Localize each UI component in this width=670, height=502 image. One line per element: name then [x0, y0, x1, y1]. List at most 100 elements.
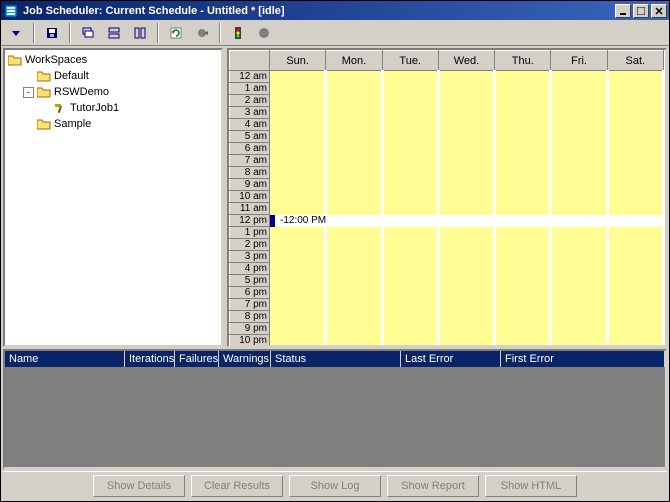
schedule-cell[interactable]: [438, 299, 494, 311]
schedule-cell[interactable]: [438, 323, 494, 335]
results-column-header[interactable]: Iterations: [125, 351, 175, 367]
schedule-cell[interactable]: [326, 203, 382, 215]
schedule-cell[interactable]: [438, 191, 494, 203]
tree-node-default[interactable]: Default: [7, 68, 219, 84]
day-header[interactable]: Tue.: [382, 51, 438, 71]
schedule-cell[interactable]: [382, 131, 438, 143]
schedule-cell[interactable]: [607, 335, 663, 346]
hour-label[interactable]: 8 pm: [230, 311, 270, 323]
hour-label[interactable]: 5 am: [230, 131, 270, 143]
hour-label[interactable]: 7 pm: [230, 299, 270, 311]
schedule-cell[interactable]: [382, 83, 438, 95]
schedule-cell[interactable]: [382, 215, 438, 227]
day-header[interactable]: Sun.: [270, 51, 326, 71]
schedule-cell[interactable]: [382, 287, 438, 299]
schedule-cell[interactable]: [551, 275, 607, 287]
show-log-button[interactable]: Show Log: [289, 475, 381, 497]
schedule-cell[interactable]: [495, 83, 551, 95]
schedule-cell[interactable]: [607, 299, 663, 311]
schedule-grid[interactable]: Sun.Mon.Tue.Wed.Thu.Fri.Sat.12 am1 am2 a…: [229, 50, 665, 345]
schedule-cell[interactable]: [438, 167, 494, 179]
schedule-cell[interactable]: [382, 275, 438, 287]
schedule-cell[interactable]: [326, 251, 382, 263]
schedule-cell[interactable]: [551, 179, 607, 191]
schedule-cell[interactable]: [607, 179, 663, 191]
schedule-cell[interactable]: [326, 311, 382, 323]
schedule-cell[interactable]: [326, 71, 382, 83]
schedule-cell[interactable]: [326, 323, 382, 335]
refresh-button[interactable]: [165, 22, 187, 44]
hour-label[interactable]: 4 pm: [230, 263, 270, 275]
schedule-cell[interactable]: [382, 263, 438, 275]
schedule-cell[interactable]: [270, 299, 326, 311]
hour-label[interactable]: 12 pm: [230, 215, 270, 227]
schedule-cell[interactable]: [551, 311, 607, 323]
schedule-cell[interactable]: [551, 335, 607, 346]
schedule-cell[interactable]: [438, 107, 494, 119]
workspace-tree-panel[interactable]: WorkSpaces Default - RSWDemo: [3, 48, 223, 347]
schedule-cell[interactable]: [607, 143, 663, 155]
tree-node-rswdemo[interactable]: - RSWDemo: [7, 84, 219, 100]
schedule-cell[interactable]: [382, 251, 438, 263]
schedule-cell[interactable]: [551, 323, 607, 335]
schedule-cell[interactable]: [495, 203, 551, 215]
schedule-cell[interactable]: [270, 119, 326, 131]
tree-node-sample[interactable]: Sample: [7, 116, 219, 132]
schedule-cell[interactable]: [607, 239, 663, 251]
schedule-cell[interactable]: [551, 143, 607, 155]
tile-horizontal-button[interactable]: [103, 22, 125, 44]
schedule-cell[interactable]: [495, 323, 551, 335]
schedule-cell[interactable]: [607, 155, 663, 167]
tree-node-tutorjob1[interactable]: TutorJob1: [7, 100, 219, 116]
schedule-cell[interactable]: [551, 227, 607, 239]
hour-label[interactable]: 2 pm: [230, 239, 270, 251]
schedule-cell[interactable]: [438, 311, 494, 323]
hour-label[interactable]: 6 am: [230, 143, 270, 155]
schedule-cell[interactable]: [495, 71, 551, 83]
maximize-button[interactable]: [633, 4, 649, 18]
schedule-cell[interactable]: [382, 143, 438, 155]
schedule-cell[interactable]: [382, 155, 438, 167]
go-button[interactable]: [191, 22, 213, 44]
save-button[interactable]: [41, 22, 63, 44]
schedule-cell[interactable]: [326, 95, 382, 107]
schedule-cell[interactable]: [326, 155, 382, 167]
schedule-cell[interactable]: [270, 95, 326, 107]
schedule-cell[interactable]: [551, 119, 607, 131]
day-header[interactable]: Wed.: [438, 51, 494, 71]
schedule-cell[interactable]: [382, 179, 438, 191]
schedule-cell[interactable]: [438, 215, 494, 227]
schedule-cell[interactable]: [438, 119, 494, 131]
schedule-cell[interactable]: [607, 263, 663, 275]
results-column-header[interactable]: Last Error: [401, 351, 501, 367]
schedule-cell[interactable]: [438, 203, 494, 215]
results-column-header[interactable]: First Error: [501, 351, 665, 367]
results-column-header[interactable]: Status: [271, 351, 401, 367]
hour-label[interactable]: 10 am: [230, 191, 270, 203]
schedule-cell[interactable]: [326, 167, 382, 179]
dropdown-button[interactable]: [5, 22, 27, 44]
collapse-toggle[interactable]: -: [23, 87, 34, 98]
schedule-cell[interactable]: [495, 131, 551, 143]
schedule-cell[interactable]: [438, 287, 494, 299]
schedule-cell[interactable]: [382, 299, 438, 311]
schedule-cell[interactable]: [382, 119, 438, 131]
schedule-cell[interactable]: [270, 143, 326, 155]
schedule-cell[interactable]: [551, 167, 607, 179]
schedule-cell[interactable]: [495, 311, 551, 323]
schedule-cell[interactable]: [270, 155, 326, 167]
schedule-cell[interactable]: [438, 131, 494, 143]
schedule-cell[interactable]: [551, 287, 607, 299]
schedule-cell[interactable]: [495, 251, 551, 263]
schedule-cell[interactable]: [607, 287, 663, 299]
schedule-cell[interactable]: [495, 215, 551, 227]
schedule-cell[interactable]: [495, 287, 551, 299]
hour-label[interactable]: 2 am: [230, 95, 270, 107]
schedule-cell[interactable]: [326, 119, 382, 131]
day-header[interactable]: Sat.: [607, 51, 663, 71]
schedule-cell[interactable]: [270, 323, 326, 335]
schedule-cell[interactable]: [495, 263, 551, 275]
hour-label[interactable]: 7 am: [230, 155, 270, 167]
schedule-cell[interactable]: [551, 95, 607, 107]
show-details-button[interactable]: Show Details: [93, 475, 185, 497]
